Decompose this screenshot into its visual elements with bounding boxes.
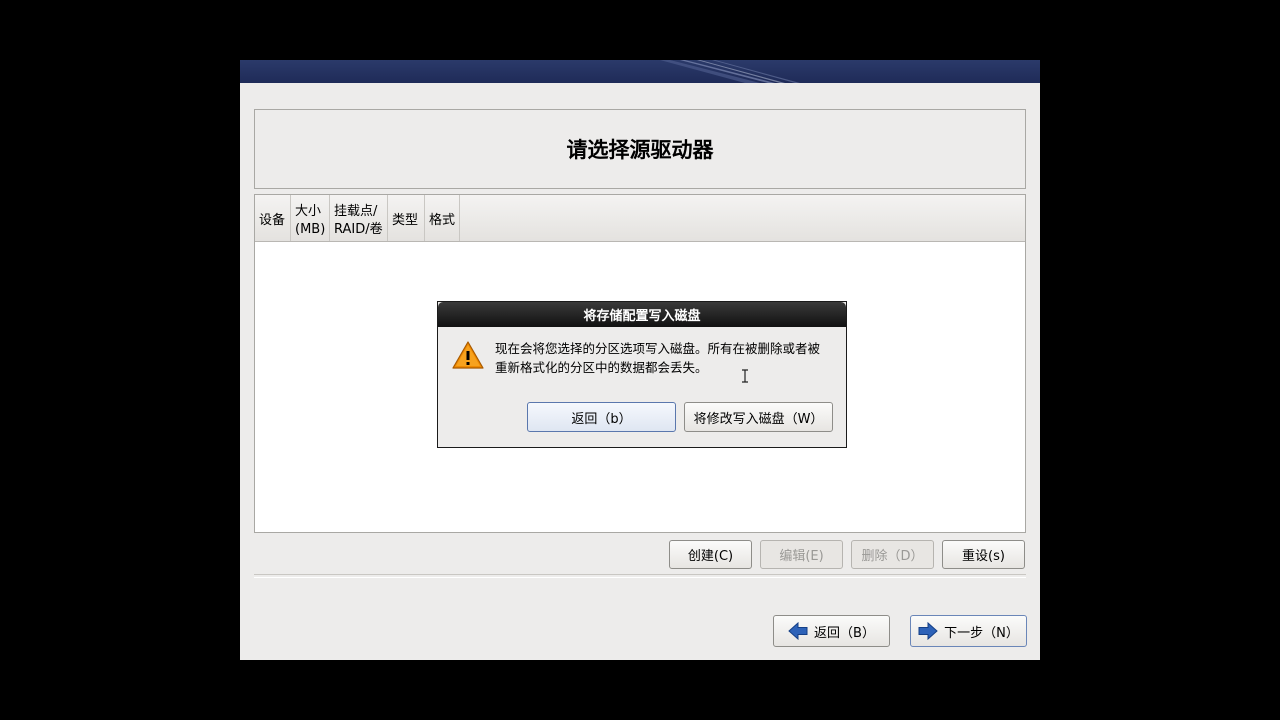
dialog-message-line: 现在会将您选择的分区选项写入磁盘。所有在被删除或者被 <box>495 341 821 356</box>
separator <box>254 574 1026 578</box>
column-label: 大小 <box>295 204 322 219</box>
arrow-right-icon <box>918 622 938 640</box>
text-cursor-icon <box>742 369 748 383</box>
back-button-label: 返回（B） <box>814 625 875 641</box>
reset-button[interactable]: 重设(s) <box>942 540 1025 569</box>
column-label: 挂载点/ <box>334 204 378 219</box>
warning-icon <box>452 341 484 369</box>
column-label-sub: (MB) <box>295 222 326 237</box>
delete-button[interactable]: 删除（D） <box>851 540 934 569</box>
next-button[interactable]: 下一步（N） <box>910 615 1027 647</box>
column-header-device[interactable]: 设备 <box>255 195 291 241</box>
back-button[interactable]: 返回（B） <box>773 615 890 647</box>
column-header-mountpoint[interactable]: 挂载点/ RAID/卷 <box>330 195 388 241</box>
dialog-message: 现在会将您选择的分区选项写入磁盘。所有在被删除或者被 重新格式化的分区中的数据都… <box>495 339 840 377</box>
write-to-disk-dialog: 将存储配置写入磁盘 现在会将您选择的分区选项写入磁盘。所有在被删除或者被 重新格… <box>437 301 847 448</box>
page-title: 请选择源驱动器 <box>566 138 714 162</box>
dialog-message-line: 重新格式化的分区中的数据都会丢失。 <box>495 360 708 375</box>
column-label: 设备 <box>259 213 286 228</box>
write-changes-button[interactable]: 将修改写入磁盘（W） <box>684 402 833 432</box>
dialog-title: 将存储配置写入磁盘 <box>438 302 846 327</box>
create-button[interactable]: 创建(C) <box>669 540 752 569</box>
arrow-left-icon <box>788 622 808 640</box>
table-header: 设备 大小 (MB) 挂载点/ RAID/卷 类型 格式 <box>255 195 1025 242</box>
column-label-sub: RAID/卷 <box>334 222 383 237</box>
title-panel: 请选择源驱动器 <box>254 109 1026 189</box>
column-header-type[interactable]: 类型 <box>388 195 425 241</box>
next-button-label: 下一步（N） <box>944 625 1019 641</box>
edit-button[interactable]: 编辑(E) <box>760 540 843 569</box>
header-banner <box>240 60 1040 83</box>
column-label: 类型 <box>392 213 419 228</box>
column-header-size[interactable]: 大小 (MB) <box>291 195 330 241</box>
column-header-format[interactable]: 格式 <box>425 195 460 241</box>
dialog-back-button[interactable]: 返回（b） <box>527 402 676 432</box>
column-label: 格式 <box>429 213 456 228</box>
